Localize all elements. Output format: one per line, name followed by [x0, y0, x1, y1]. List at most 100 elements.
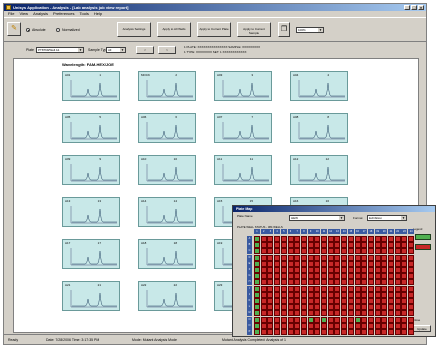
plate-well[interactable] [394, 322, 401, 329]
plate-well[interactable] [327, 285, 334, 292]
plate-well[interactable] [347, 291, 354, 298]
plate-well[interactable] [321, 304, 327, 311]
plate-well[interactable] [408, 267, 415, 273]
plate-well[interactable] [294, 279, 301, 286]
plate-well[interactable] [374, 285, 381, 292]
plate-well[interactable] [280, 248, 287, 255]
plate-well[interactable] [300, 304, 307, 311]
plate-well[interactable] [267, 260, 274, 267]
plate-well[interactable] [394, 298, 401, 304]
plate-column-header[interactable]: 5 [280, 229, 287, 234]
plate-row-header[interactable]: P [247, 329, 252, 335]
plate-well[interactable] [408, 304, 415, 311]
maximize-button[interactable]: □ [411, 5, 417, 10]
plate-well[interactable] [300, 260, 307, 267]
plate-well[interactable] [334, 298, 341, 304]
plate-well[interactable] [354, 279, 361, 286]
plate-column-header[interactable]: 23 [401, 229, 408, 234]
plate-well[interactable] [347, 310, 354, 317]
plate-well[interactable] [388, 236, 394, 242]
plate-well[interactable] [260, 273, 267, 280]
plate-well[interactable] [401, 248, 408, 255]
plate-well[interactable] [327, 267, 334, 273]
plate-well[interactable] [388, 254, 394, 261]
plate-well[interactable] [381, 291, 388, 298]
plate-well[interactable] [287, 248, 294, 255]
plate-well[interactable] [334, 260, 341, 267]
plate-well[interactable] [341, 304, 348, 311]
plate-well[interactable] [280, 298, 287, 304]
plate-well[interactable] [334, 273, 341, 280]
chromatogram-tile[interactable]: A04 4 [290, 71, 348, 101]
plate-well[interactable] [294, 236, 301, 242]
plate-map-dialog[interactable]: Plate Map Plate Name HEW Format Exhibiti… [232, 205, 436, 337]
plate-well[interactable] [334, 248, 341, 255]
plate-well[interactable] [341, 273, 348, 280]
plate-well[interactable] [280, 254, 287, 261]
plate-well[interactable] [374, 267, 381, 273]
plate-well[interactable] [327, 310, 334, 317]
plate-well[interactable] [287, 329, 294, 335]
plate-well[interactable] [314, 254, 321, 261]
plate-well[interactable] [254, 322, 260, 329]
chromatogram-tile[interactable]: A22 22 [138, 281, 196, 311]
plate-name-select[interactable]: HEW [289, 215, 345, 221]
plate-well[interactable] [327, 260, 334, 267]
plate-well[interactable] [367, 242, 374, 249]
plate-well[interactable] [394, 254, 401, 261]
plate-well[interactable] [354, 291, 361, 298]
plate-well[interactable] [294, 260, 301, 267]
plate-well[interactable] [307, 242, 314, 249]
plate-well[interactable] [394, 260, 401, 267]
plate-well[interactable] [374, 236, 381, 242]
plate-well[interactable] [294, 242, 301, 249]
plate-well[interactable] [408, 285, 415, 292]
plate-well[interactable] [381, 285, 388, 292]
open-icon[interactable]: ✎ [7, 22, 21, 36]
plate-well[interactable] [394, 304, 401, 311]
plate-well[interactable] [274, 267, 281, 273]
plate-well[interactable] [381, 273, 388, 280]
next-button[interactable]: > [158, 46, 176, 54]
plate-well[interactable] [267, 304, 274, 311]
plate-well[interactable] [314, 316, 321, 323]
plate-well[interactable] [347, 285, 354, 292]
chromatogram-tile[interactable]: A07 7 [214, 113, 272, 143]
plate-well[interactable] [274, 298, 281, 304]
plate-well[interactable] [388, 248, 394, 255]
apply-all-wells-button[interactable]: Apply to All Wells [157, 22, 191, 37]
plate-well[interactable] [374, 310, 381, 317]
chromatogram-tile[interactable]: MOCK 2 [138, 71, 196, 101]
plate-well[interactable] [307, 236, 314, 242]
plate-well[interactable] [321, 310, 327, 317]
plate-well[interactable] [394, 242, 401, 249]
plate-well[interactable] [381, 242, 388, 249]
plate-well[interactable] [341, 267, 348, 273]
plate-dialog-title[interactable]: Plate Map [233, 206, 435, 212]
plate-well[interactable] [314, 310, 321, 317]
plate-well[interactable] [321, 279, 327, 286]
plate-column-header[interactable]: 19 [374, 229, 381, 234]
plate-well[interactable] [347, 273, 354, 280]
plate-well[interactable] [354, 267, 361, 273]
plate-well[interactable] [254, 316, 260, 323]
plate-well[interactable] [314, 298, 321, 304]
plate-well[interactable] [260, 248, 267, 255]
plate-well[interactable] [300, 285, 307, 292]
plate-well[interactable] [354, 316, 361, 323]
plate-well[interactable] [274, 236, 281, 242]
plate-well[interactable] [300, 273, 307, 280]
plate-well[interactable] [361, 254, 368, 261]
plate-well[interactable] [381, 304, 388, 311]
plate-well[interactable] [254, 260, 260, 267]
plate-well[interactable] [274, 310, 281, 317]
plate-well[interactable] [267, 273, 274, 280]
plate-well[interactable] [401, 304, 408, 311]
plate-well[interactable] [388, 329, 394, 335]
plate-well[interactable] [314, 304, 321, 311]
plate-well[interactable] [314, 329, 321, 335]
plate-well[interactable] [287, 236, 294, 242]
apply-current-sample-button[interactable]: Apply to Current Sample [237, 22, 271, 37]
plate-well[interactable] [388, 279, 394, 286]
plate-well[interactable] [300, 291, 307, 298]
